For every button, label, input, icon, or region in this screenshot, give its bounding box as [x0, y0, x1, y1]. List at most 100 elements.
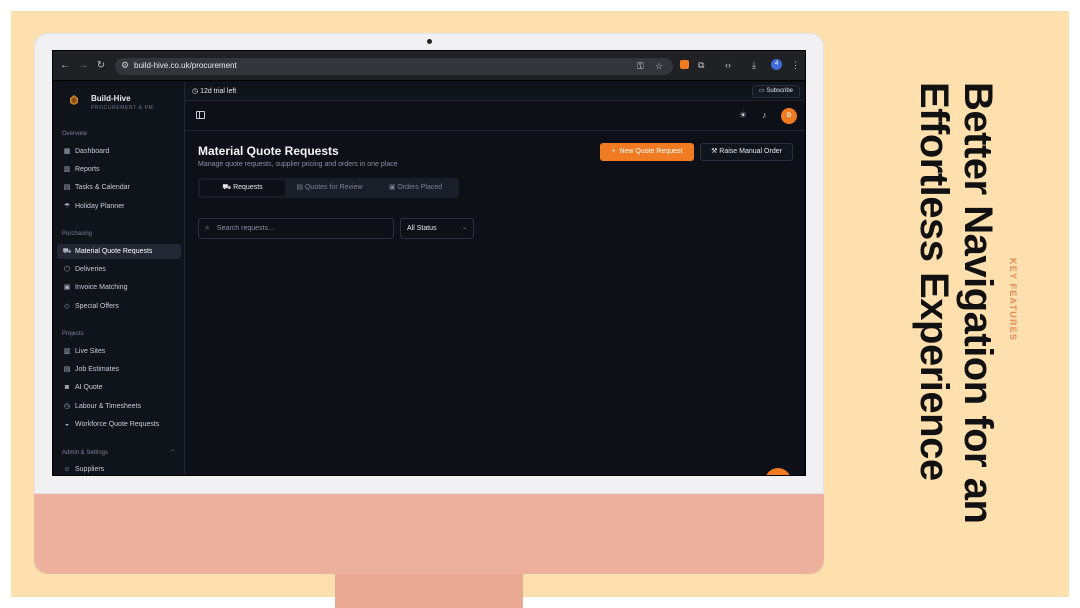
- package-icon: ⬡: [63, 266, 71, 273]
- sidebar-item-label: Workforce Quote Requests: [75, 421, 160, 428]
- sidebar-toggle-icon[interactable]: [196, 111, 205, 119]
- password-key-icon[interactable]: ⚿: [637, 61, 644, 72]
- key-features-label: KEY FEATURES: [1008, 258, 1018, 342]
- new-quote-request-button[interactable]: + New Quote Request: [600, 143, 694, 161]
- sidebar-item-special-offers[interactable]: ◇ Special Offers: [57, 299, 181, 314]
- sidebar-item-label: Job Estimates: [75, 366, 119, 373]
- download-icon[interactable]: ⤓: [752, 60, 756, 71]
- reload-icon[interactable]: ↻: [95, 60, 107, 72]
- profile-avatar[interactable]: 4: [771, 59, 782, 70]
- tab-label: Orders Placed: [397, 184, 443, 191]
- search-input[interactable]: [217, 222, 387, 235]
- cart-icon: ⛟: [62, 248, 72, 255]
- camera-icon: ◙: [64, 384, 70, 391]
- sidebar-item-label: Labour & Timesheets: [75, 403, 142, 410]
- cart-icon: ⛟: [222, 184, 234, 191]
- calendar-icon: ▤: [63, 184, 71, 191]
- sidebar-item-label: Material Quote Requests: [75, 248, 153, 255]
- screen: ← → ↻ ⚙ build-hive.co.uk/procurement ⚿ ☆…: [52, 50, 806, 476]
- tag-icon: ◇: [64, 303, 70, 310]
- sidebar-item-label: Dashboard: [75, 148, 110, 155]
- tab-orders-placed[interactable]: ▣ Orders Placed: [374, 180, 457, 196]
- back-icon[interactable]: ←: [59, 60, 71, 72]
- build-hive-logo-icon: [70, 95, 78, 105]
- sidebar-item-ai-quote[interactable]: ◙ AI Quote: [57, 380, 181, 395]
- building-icon: ▥: [63, 348, 71, 355]
- section-label-admin-settings: Admin & Settings: [62, 450, 109, 456]
- app-header: ☀ ♪ D: [185, 101, 805, 131]
- sidebar-item-label: Deliveries: [75, 266, 106, 273]
- new-quote-request-label: New Quote Request: [619, 148, 683, 155]
- sidebar-item-workforce-quote-requests[interactable]: ◒ Workforce Quote Requests: [57, 417, 181, 432]
- site-settings-icon[interactable]: ⚙: [121, 60, 129, 71]
- tab-label: Quotes for Review: [304, 184, 363, 191]
- url-text: build-hive.co.uk/procurement: [134, 61, 237, 70]
- raise-manual-order-label: Raise Manual Order: [719, 148, 782, 155]
- sidebar-item-holiday-planner[interactable]: ☂ Holiday Planner: [57, 199, 181, 214]
- raise-manual-order-button[interactable]: ⚒ Raise Manual Order: [700, 143, 793, 161]
- search-icon: ⌕: [205, 223, 210, 232]
- sidebar-item-labour-timesheets[interactable]: ◷ Labour & Timesheets: [57, 399, 181, 414]
- floating-action-button[interactable]: [765, 468, 791, 475]
- sidebar-item-label: Holiday Planner: [75, 203, 125, 210]
- main-content: ◷ 12d trial left ▭ Subscribe ☀ ♪ D Mater…: [185, 82, 805, 475]
- hardhat-icon: ◒: [64, 421, 70, 428]
- sidebar-item-reports[interactable]: ▥ Reports: [57, 162, 181, 177]
- trial-text: ◷ 12d trial left: [192, 87, 236, 95]
- extension-icon[interactable]: [680, 60, 689, 69]
- sidebar-item-label: Invoice Matching: [75, 284, 128, 291]
- sidebar-item-label: AI Quote: [75, 384, 103, 391]
- invoice-icon: ▣: [63, 284, 71, 291]
- tab-requests[interactable]: ⛟ Requests: [200, 180, 285, 196]
- kebab-menu-icon[interactable]: ⋮: [791, 60, 800, 71]
- sidebar-item-job-estimates[interactable]: ▤ Job Estimates: [57, 362, 181, 377]
- chevron-down-icon: ⌄: [461, 225, 467, 231]
- devtools-icon[interactable]: ‹›: [725, 60, 731, 70]
- document-icon: ▤: [296, 184, 305, 191]
- bookmark-star-icon[interactable]: ☆: [655, 61, 663, 72]
- sidebar-item-material-quote-requests[interactable]: ⛟ Material Quote Requests: [57, 244, 181, 259]
- sidebar-item-tasks-calendar[interactable]: ▤ Tasks & Calendar: [57, 180, 181, 195]
- sidebar-item-dashboard[interactable]: ▦ Dashboard: [57, 144, 181, 159]
- forward-icon[interactable]: →: [77, 60, 89, 72]
- sidebar-item-label: Suppliers: [75, 466, 105, 473]
- sidebar-item-label: Tasks & Calendar: [75, 184, 130, 191]
- clock-icon: ◷: [192, 88, 201, 95]
- users-icon: ☺: [63, 466, 71, 473]
- page-title: Material Quote Requests: [198, 144, 339, 158]
- section-label-purchasing: Purchasing: [62, 231, 93, 237]
- umbrella-icon: ☂: [63, 203, 71, 210]
- sidebar-item-label: Special Offers: [75, 303, 119, 310]
- status-select-value: All Status: [407, 225, 437, 232]
- tab-label: Requests: [233, 184, 263, 191]
- browser-toolbar: ← → ↻ ⚙ build-hive.co.uk/procurement ⚿ ☆…: [53, 51, 805, 81]
- grid-icon: ▦: [63, 148, 71, 155]
- sidebar-item-suppliers[interactable]: ☺ Suppliers: [57, 462, 181, 475]
- sidebar-item-invoice-matching[interactable]: ▣ Invoice Matching: [57, 280, 181, 295]
- tab-bar: ⛟ Requests ▤ Quotes for Review ▣ Orders …: [198, 178, 459, 198]
- sidebar-item-live-sites[interactable]: ▥ Live Sites: [57, 344, 181, 359]
- estimate-icon: ▤: [63, 366, 71, 373]
- headline-line-1: Better Navigation for an: [956, 82, 1000, 524]
- subscribe-button[interactable]: ▭ Subscribe: [751, 85, 800, 98]
- status-select[interactable]: All Status ⌄: [400, 218, 474, 239]
- sidebar-item-label: Reports: [75, 166, 100, 173]
- subscribe-label: Subscribe: [766, 88, 793, 94]
- headline-line-2: Effortless Experience: [912, 82, 956, 481]
- page-subtitle: Manage quote requests, supplier pricing …: [198, 161, 398, 168]
- extensions-puzzle-icon[interactable]: ⧉: [698, 60, 704, 71]
- theme-sun-icon[interactable]: ☀: [739, 110, 747, 121]
- search-box: ⌕: [198, 218, 394, 239]
- trial-banner: ◷ 12d trial left ▭ Subscribe: [185, 82, 805, 101]
- tab-quotes-for-review[interactable]: ▤ Quotes for Review: [287, 180, 372, 196]
- section-label-projects: Projects: [62, 331, 84, 337]
- bell-icon[interactable]: ♪: [762, 110, 767, 120]
- sidebar-item-deliveries[interactable]: ⬡ Deliveries: [57, 262, 181, 277]
- monitor-stand: [335, 572, 523, 608]
- chevron-up-icon[interactable]: ⌃: [170, 449, 175, 456]
- avatar[interactable]: D: [781, 108, 797, 124]
- sidebar-item-label: Live Sites: [75, 348, 106, 355]
- camera-dot: [427, 39, 432, 44]
- monitor-chin: [34, 492, 824, 574]
- address-bar[interactable]: ⚙ build-hive.co.uk/procurement ⚿ ☆: [115, 58, 673, 75]
